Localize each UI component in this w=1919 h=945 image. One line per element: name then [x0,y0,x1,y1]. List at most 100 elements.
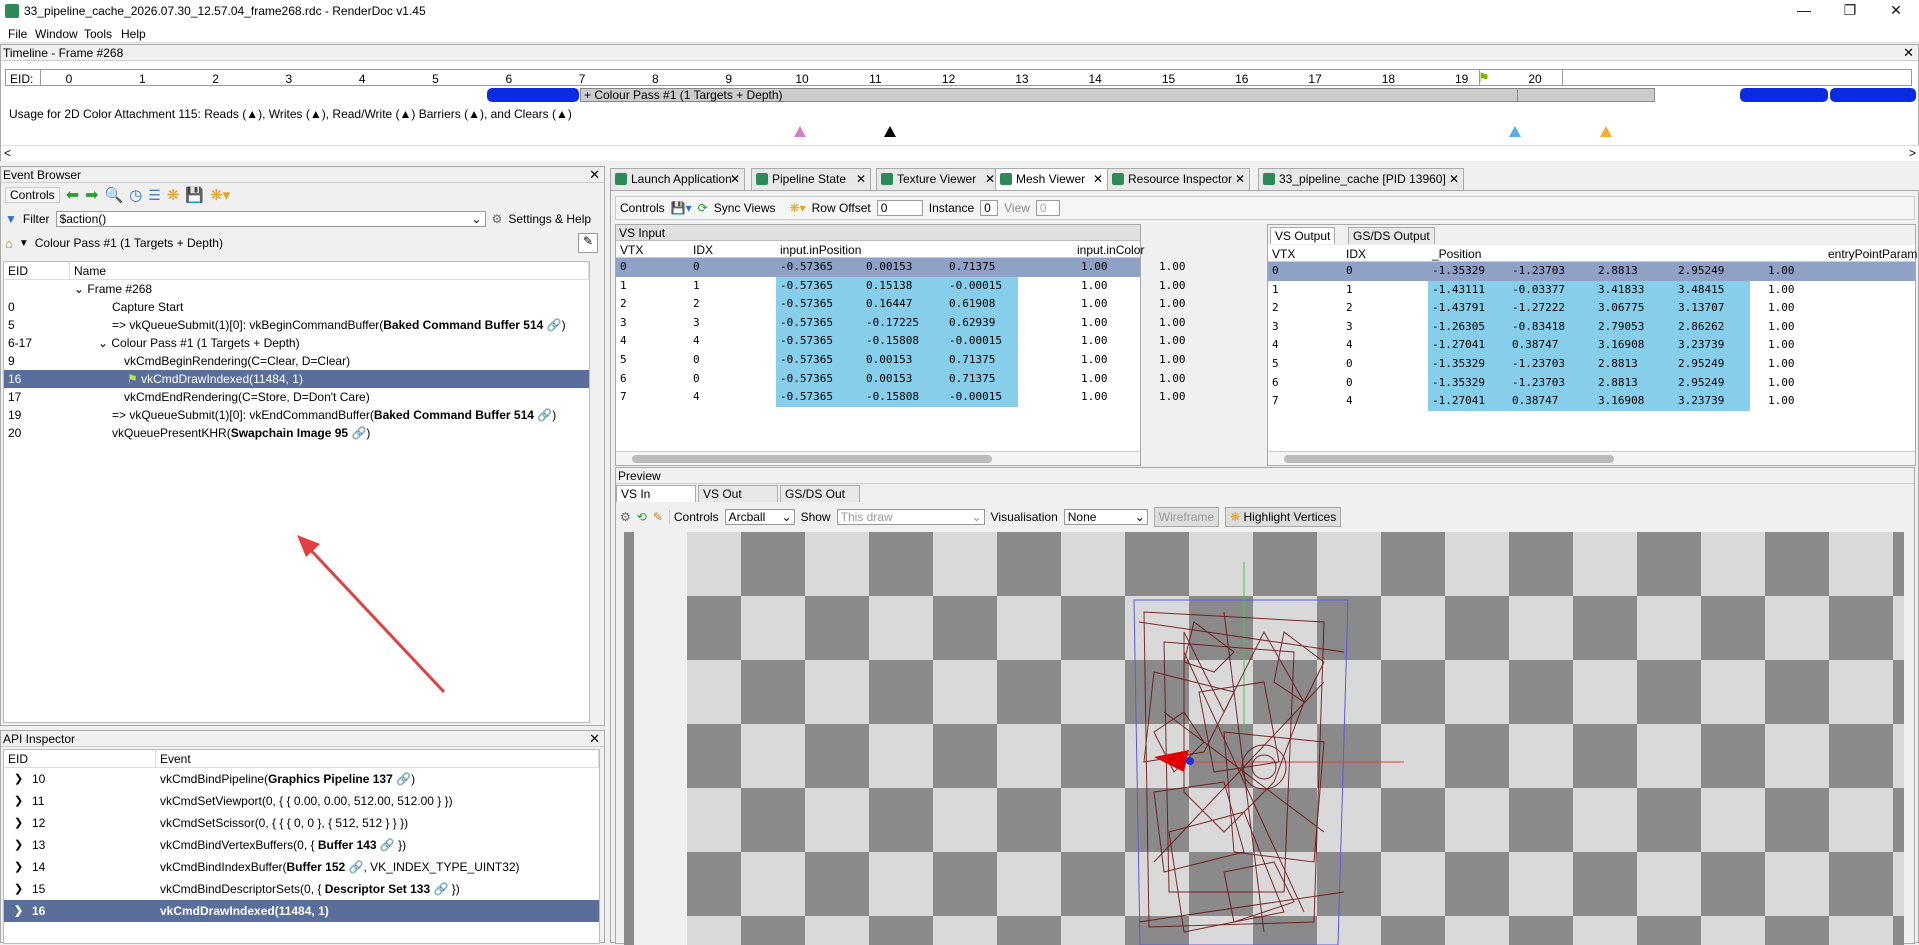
bookmark-icon[interactable]: ☰ [148,187,161,204]
api-row[interactable]: ❯ 13 vkCmdBindVertexBuffers(0, { Buffer 14… [4,834,599,856]
row-offset-input[interactable]: 0 [876,200,923,216]
close-icon[interactable]: ✕ [589,167,600,182]
column-header-vtx[interactable]: VTX [1272,247,1295,261]
api-row[interactable]: ❯ 12 vkCmdSetScissor(0, { { { 0, 0 }, { 51… [4,812,599,834]
close-icon[interactable]: ✕ [1449,169,1459,189]
tab-launch-application[interactable]: Launch Application ✕ [610,168,745,190]
colour-pass-bar[interactable]: + Colour Pass #1 (1 Targets + Depth) [580,88,1655,102]
grid-row[interactable]: 7 4 -0.57365 -0.15808 -0.00015 1.00 1.00 [616,388,1186,407]
home-icon[interactable]: ⌂ [5,236,13,251]
grid-row-selected[interactable]: 0 0 -0.57365 0.00153 0.71375 1.00 1.00 [616,258,1186,277]
maximize-icon[interactable]: ❐ [1827,0,1873,22]
scrollbar-thumb[interactable] [632,455,992,463]
tab-mesh-viewer[interactable]: Mesh Viewer ✕ [995,168,1108,190]
tab-pipeline-state[interactable]: Pipeline State ✕ [751,168,871,190]
highlight-vertices-toggle[interactable]: ❋ Highlight Vertices [1225,507,1342,527]
timeline-scrollbar[interactable]: < > [1,145,1919,161]
gear-icon[interactable]: ⚙ [492,212,503,226]
find-icon[interactable]: 🔍 [105,186,124,204]
close-icon[interactable]: ✕ [730,169,740,189]
api-row[interactable]: ❯ 11 vkCmdSetViewport(0, { { 0.00, 0.00, 5… [4,790,599,812]
api-row-selected[interactable]: ❯ 16 vkCmdDrawIndexed(11484, 1) [4,900,599,922]
grid-row[interactable]: 4 4 -0.57365 -0.15808 -0.00015 1.00 1.00 [616,332,1186,351]
tab-vs-in[interactable]: VS In [616,485,696,502]
horizontal-scrollbar[interactable] [1268,451,1915,465]
save-icon[interactable]: 💾▾ [671,201,692,215]
api-row[interactable]: ❯ 10 vkCmdBindPipeline(Graphics Pipeline 1… [4,768,599,790]
close-icon[interactable]: ✕ [589,731,600,746]
tab-texture-viewer[interactable]: Texture Viewer ✕ [876,168,1000,190]
mesh-preview-viewport[interactable] [624,532,1904,945]
menu-window[interactable]: Window [35,27,78,41]
grid-row[interactable]: 4 4 -1.27041 0.38747 3.16908 3.23739 1.00 [1268,336,1915,355]
sync-views-icon[interactable]: ⟳ [698,201,708,215]
breadcrumb-item[interactable]: Colour Pass #1 (1 Targets + Depth) [35,236,223,250]
close-icon[interactable]: ✕ [1903,45,1914,60]
grid-row[interactable]: 3 3 -0.57365 -0.17225 0.62939 1.00 1.00 [616,314,1186,333]
chevron-down-icon[interactable]: ⌄ [472,212,482,226]
timeline-ruler[interactable]: EID: 0 1 2 3 4 5 6 7 8 9 10 11 12 13 14 15 16 17 18 19 20 ⚑ [5,69,1912,86]
scroll-right-icon[interactable]: > [1909,146,1916,160]
menu-tools[interactable]: Tools [84,27,112,41]
settings-dropdown-icon[interactable]: ❋▾ [210,186,230,204]
chevron-down-icon[interactable]: ▼ [19,238,29,249]
tab-vs-output[interactable]: VS Output [1270,227,1336,244]
filter-input[interactable]: $action() ⌄ [55,211,486,227]
grid-row[interactable]: 5 0 -0.57365 0.00153 0.71375 1.00 1.00 [616,351,1186,370]
grid-row[interactable]: 1 1 -1.43111 -0.03377 3.41833 3.48415 1.00 [1268,281,1915,300]
show-select[interactable]: This draw ⌄ [836,509,985,525]
scrollbar-thumb[interactable] [1284,455,1614,463]
grid-row[interactable]: 2 2 -0.57365 0.16447 0.61908 1.00 1.00 [616,295,1186,314]
close-icon[interactable]: ✕ [1093,169,1103,189]
grid-row[interactable]: 6 0 -0.57365 0.00153 0.71375 1.00 1.00 [616,370,1186,389]
timeline-action-marker[interactable] [487,88,579,102]
gear-icon[interactable]: ⚙ [620,510,631,524]
column-header-position[interactable]: _Position [1432,247,1481,261]
column-header-incolor[interactable]: input.inColor [1077,243,1144,257]
timeline-action-marker[interactable] [1830,88,1916,102]
marker-icon[interactable]: ❋ [167,186,180,204]
menu-help[interactable]: Help [121,27,146,41]
minimize-icon[interactable]: — [1781,0,1827,22]
grid-row[interactable]: 6 0 -1.35329 -1.23703 2.8813 2.95249 1.00 [1268,374,1915,393]
close-icon[interactable]: ✕ [985,169,995,189]
grid-row[interactable]: 2 2 -1.43791 -1.27222 3.06775 3.13707 1.00 [1268,299,1915,318]
close-icon[interactable]: ✕ [856,169,866,189]
save-icon[interactable]: 💾 [185,186,204,204]
menu-file[interactable]: File [8,27,27,41]
grid-row[interactable]: 3 3 -1.26305 -0.83418 2.79053 2.86262 1.00 [1268,318,1915,337]
tab-gs-ds-out[interactable]: GS/DS Out [780,485,860,502]
forward-arrow-icon[interactable]: ➡ [85,185,98,205]
clock-icon[interactable]: ◷ [129,186,142,204]
grid-row-selected[interactable]: 0 0 -1.35329 -1.23703 2.8813 2.95249 1.00 [1268,262,1915,281]
api-row[interactable]: ❯ 15 vkCmdBindDescriptorSets(0, { Descript… [4,878,599,900]
horizontal-scrollbar[interactable] [616,451,1140,465]
wireframe-toggle[interactable]: Wireframe [1153,507,1220,527]
sync-views-button[interactable]: Sync Views [714,201,776,215]
back-arrow-icon[interactable]: ⬅ [66,185,79,205]
instance-input[interactable]: 0 [980,200,999,216]
column-header-event[interactable]: Event [156,750,599,767]
timeline-action-marker[interactable] [1740,88,1828,102]
column-header-eid[interactable]: EID [4,750,156,767]
column-header-inposition[interactable]: input.inPosition [780,243,861,257]
grid-row[interactable]: 7 4 -1.27041 0.38747 3.16908 3.23739 1.00 [1268,392,1915,411]
column-header-idx[interactable]: IDX [693,243,713,257]
grid-row[interactable]: 1 1 -0.57365 0.15138 -0.00015 1.00 1.00 [616,277,1186,296]
tab-gs-ds-output[interactable]: GS/DS Output [1348,227,1435,244]
scroll-left-icon[interactable]: < [4,146,11,160]
settings-dropdown-icon[interactable]: ❋▾ [790,201,806,215]
reset-camera-icon[interactable]: ⟲ [637,510,647,524]
close-icon[interactable]: ✕ [1235,169,1245,189]
column-header-vtx[interactable]: VTX [620,243,643,257]
close-window-icon[interactable]: ✕ [1873,0,1919,22]
api-row[interactable]: ❯ 14 vkCmdBindIndexBuffer(Buffer 152 🔗, VK… [4,856,599,878]
tab-process[interactable]: 33_pipeline_cache [PID 13960] ✕ [1258,168,1464,190]
tab-vs-out[interactable]: VS Out [698,485,778,502]
column-header-idx[interactable]: IDX [1346,247,1366,261]
view-input[interactable]: 0 [1035,200,1060,216]
settings-help-button[interactable]: Settings & Help [508,212,591,226]
visualisation-select[interactable]: None ⌄ [1063,509,1148,525]
picker-icon[interactable]: ✎ [653,510,663,524]
camera-controls-select[interactable]: Arcball ⌄ [724,509,795,525]
